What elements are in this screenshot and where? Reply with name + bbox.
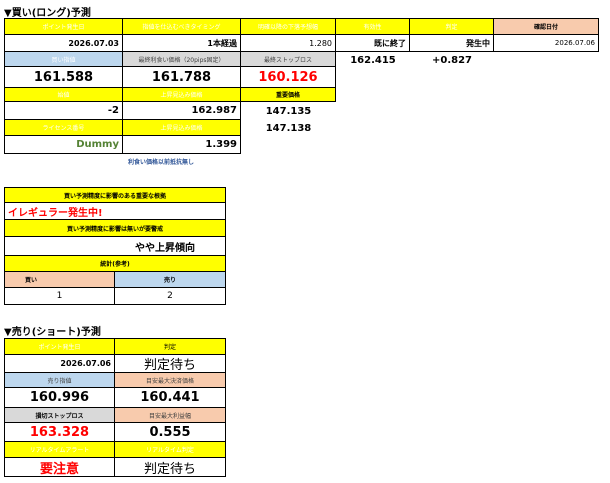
buy-limit-value: 161.588 [4, 67, 123, 88]
short-point-date-value: 2026.07.06 [4, 355, 115, 373]
fall-range-value: 1.280 [241, 35, 336, 52]
header-realtime-alert: リアルタイムアラート [4, 442, 115, 458]
header-sell-limit: 売り指値 [4, 373, 115, 388]
header-rise-estimate-2: 上昇見込み価格 [123, 120, 241, 136]
important-price-value: 147.135 [241, 102, 336, 120]
header-final-stop-loss: 最終ストップロス [241, 52, 336, 67]
long-section-title: ▼買い(ロング)予測 [4, 8, 91, 19]
stat-sell-label: 売り [115, 272, 226, 288]
stat-sell-count: 2 [115, 288, 226, 305]
header-open-price: 始値 [4, 88, 123, 102]
short-stop-loss-value: 163.328 [4, 423, 115, 442]
header-warning-basis: 買い予測精度に影響は無いが要警戒 [4, 220, 226, 237]
validity-value: 既に終了 [336, 35, 410, 52]
header-license-no: ライセンス番号 [4, 120, 123, 136]
realtime-judgement-value: 判定待ち [115, 458, 226, 477]
header-confirm-date: 確認日付 [494, 18, 599, 35]
irregular-alert-value: イレギュラー発生中! [4, 203, 226, 220]
judgement-value: 発生中 [410, 35, 494, 52]
trend-value: やや上昇傾向 [4, 237, 226, 256]
header-point-date: ポイント発生日 [4, 18, 123, 35]
header-rise-estimate: 上昇見込み価格 [123, 88, 241, 102]
header-timing: 指値を仕込むべきタイミング [123, 18, 241, 35]
sell-limit-value: 160.996 [4, 388, 115, 408]
current-price-value: 162.415 [336, 52, 410, 68]
important-price-extra: 147.138 [241, 120, 336, 136]
confirm-date-value: 2026.07.06 [494, 35, 599, 52]
point-date-value: 2026.07.03 [4, 35, 123, 52]
header-max-profit: 目安最大利益幅 [115, 408, 226, 423]
header-max-settle-price: 目安最大決済価格 [115, 373, 226, 388]
stat-buy-count: 1 [4, 288, 115, 305]
rise-estimate-2-value: 1.399 [123, 136, 241, 154]
stat-buy-label: 買い [4, 272, 115, 288]
final-take-profit-value: 161.788 [123, 67, 241, 88]
price-diff-value: +0.827 [410, 52, 494, 68]
no-resistance-note: 利食い価格以前抵抗無し [128, 159, 195, 166]
open-price-value: -2 [4, 102, 123, 120]
header-important-price: 重要価格 [241, 88, 336, 102]
header-buy-limit: 買い指値 [4, 52, 123, 67]
short-judgement-value: 判定待ち [115, 355, 226, 373]
header-judgement: 判定 [410, 18, 494, 35]
realtime-alert-value: 要注意 [4, 458, 115, 477]
max-profit-value: 0.555 [115, 423, 226, 442]
timing-value: 1本経過 [123, 35, 241, 52]
header-short-stop-loss: 損切ストップロス [4, 408, 115, 423]
header-statistics: 統計(参考) [4, 256, 226, 272]
header-short-judgement: 判定 [115, 338, 226, 355]
header-final-take-profit: 最終利食い価格（20pips固定） [123, 52, 241, 67]
short-section-title: ▼売り(ショート)予測 [4, 327, 101, 338]
header-fall-range: 明確以降の下落予想幅 [241, 18, 336, 35]
header-validity: 有効性 [336, 18, 410, 35]
header-important-basis: 買い予測精度に影響のある重要な根拠 [4, 187, 226, 203]
header-short-point-date: ポイント発生日 [4, 338, 115, 355]
final-stop-loss-value: 160.126 [241, 67, 336, 88]
license-no-value: Dummy [4, 136, 123, 154]
max-settle-price-value: 160.441 [115, 388, 226, 408]
header-realtime-judgement: リアルタイム判定 [115, 442, 226, 458]
rise-estimate-value: 162.987 [123, 102, 241, 120]
